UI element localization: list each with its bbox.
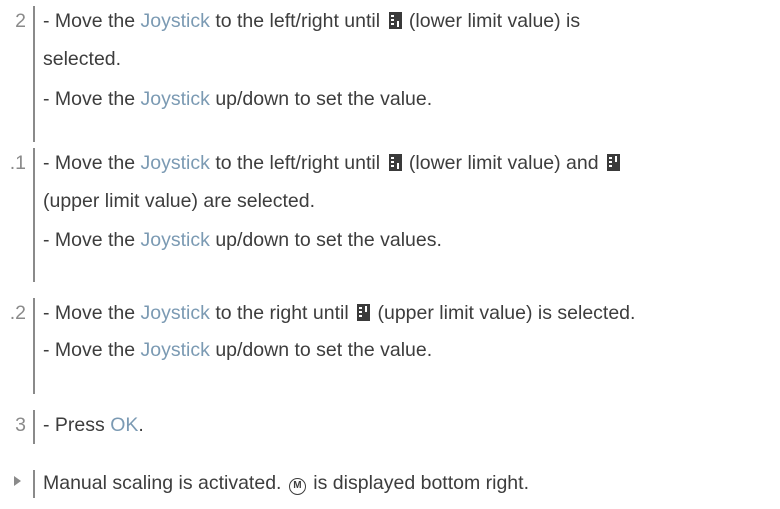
instruction-line: - Move the Joystick to the left/right un… [43, 151, 622, 175]
result-text: Manual scaling is activated. M is displa… [43, 472, 529, 495]
result-triangle-icon [14, 476, 21, 486]
joystick-keyword: Joystick [140, 152, 210, 174]
instruction-line: - Press OK. [43, 414, 144, 436]
step-divider [33, 148, 35, 282]
step-divider [33, 6, 35, 142]
joystick-keyword: Joystick [140, 229, 210, 251]
joystick-keyword: Joystick [140, 10, 210, 32]
instruction-line: - Move the Joystick to the right until (… [43, 302, 636, 324]
lower-limit-icon [388, 12, 402, 29]
upper-limit-icon [607, 154, 620, 171]
step-divider [33, 298, 35, 394]
lower-limit-icon [388, 154, 402, 171]
instruction-line: (upper limit value) are selected. [43, 190, 316, 212]
joystick-keyword: Joystick [140, 339, 210, 361]
step-number: .2 [9, 302, 26, 324]
step-number: 3 [15, 414, 26, 436]
step-number: 2 [15, 10, 26, 32]
joystick-keyword: Joystick [140, 302, 210, 324]
upper-limit-icon [357, 304, 371, 321]
instruction-line: - Move the Joystick up/down to set the v… [43, 88, 433, 110]
instruction-line: selected. [43, 48, 122, 70]
step-divider [33, 410, 35, 444]
manual-scaling-icon: M [288, 478, 306, 495]
instruction-line: - Move the Joystick to the left/right un… [43, 10, 581, 32]
ok-keyword: OK [110, 414, 139, 436]
joystick-keyword: Joystick [140, 88, 210, 110]
step-divider [33, 470, 35, 498]
instruction-line: - Move the Joystick up/down to set the v… [43, 229, 442, 251]
step-number: .1 [9, 152, 26, 174]
instruction-line: - Move the Joystick up/down to set the v… [43, 339, 433, 361]
